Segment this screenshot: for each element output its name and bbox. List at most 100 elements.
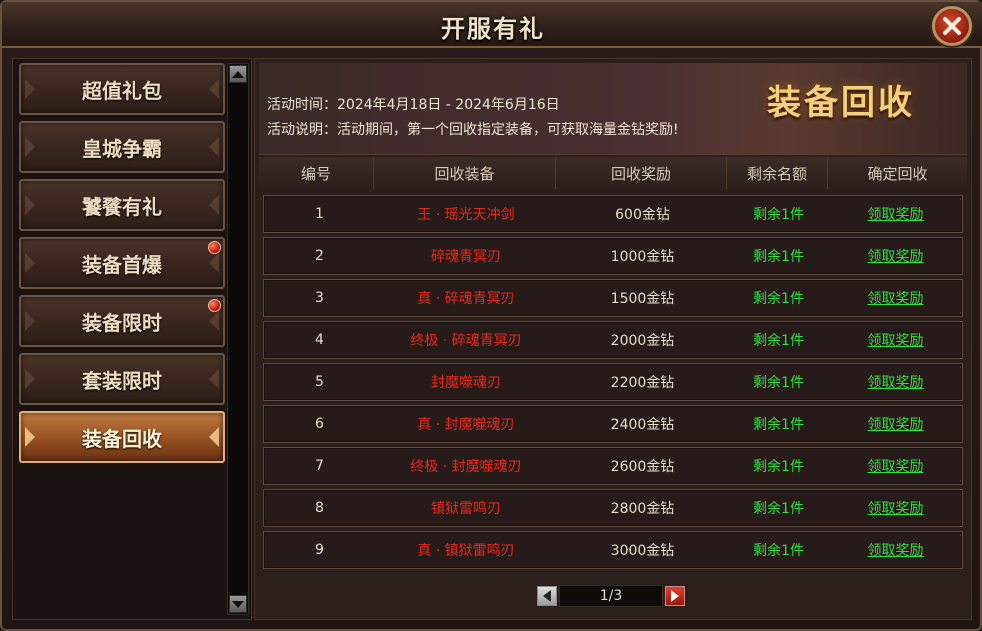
menu-deco-right-icon [209, 137, 219, 157]
header-id: 编号 [259, 157, 374, 189]
menu-deco-right-icon [209, 311, 219, 331]
next-page-button[interactable] [665, 586, 685, 606]
row-id: 7 [315, 458, 324, 474]
sidebar-item-label: 套装限时 [82, 368, 162, 393]
menu-deco-left-icon [25, 137, 35, 157]
sidebar-item-3[interactable]: 装备首爆 [19, 237, 225, 289]
row-remaining: 剩余1件 [753, 291, 804, 307]
arrow-left-icon [543, 590, 551, 602]
menu-deco-left-icon [25, 311, 35, 331]
table-row: 4 终极 · 碎魂青冥刃 2000金钻 剩余1件 领取奖励 [263, 321, 963, 359]
sidebar-item-5[interactable]: 套装限时 [19, 353, 225, 405]
sidebar: 超值礼包皇城争霸饕餮有礼装备首爆装备限时套装限时装备回收 [12, 58, 252, 620]
menu-deco-right-icon [209, 369, 219, 389]
table-row: 8 镇狱雷鸣刃 2800金钻 剩余1件 领取奖励 [263, 489, 963, 527]
notification-dot-icon [208, 241, 221, 254]
menu-deco-left-icon [25, 195, 35, 215]
row-id: 3 [315, 290, 324, 306]
row-id: 1 [315, 206, 324, 222]
menu-deco-right-icon [209, 79, 219, 99]
table-row: 9 真 · 镇狱雷鸣刃 3000金钻 剩余1件 领取奖励 [263, 531, 963, 569]
row-id: 9 [315, 542, 324, 558]
claim-reward-link[interactable]: 领取奖励 [868, 288, 924, 308]
row-remaining: 剩余1件 [753, 543, 804, 559]
claim-reward-link[interactable]: 领取奖励 [868, 498, 924, 518]
row-remaining: 剩余1件 [753, 249, 804, 265]
sidebar-item-label: 装备限时 [82, 310, 162, 335]
row-action-cell: 领取奖励 [829, 196, 962, 232]
pagination: 1/3 [537, 584, 685, 608]
row-remaining: 剩余1件 [753, 501, 804, 517]
close-button[interactable] [932, 6, 972, 46]
table-body: 1王 · 瑶光天冲剑 600金钻 剩余1件 领取奖励 2 碎魂青冥刃 1000金钻 剩余1件领… [263, 195, 963, 573]
claim-reward-link[interactable]: 领取奖励 [868, 204, 924, 224]
table-row: 3 真 · 碎魂青冥刃 1500金钻 剩余1件 领取奖励 [263, 279, 963, 317]
prev-page-button[interactable] [537, 586, 557, 606]
table-row: 2 碎魂青冥刃 1000金钻 剩余1件 领取奖励 [263, 237, 963, 275]
sidebar-item-label: 超值礼包 [82, 78, 162, 103]
row-remaining: 剩余1件 [753, 207, 804, 223]
row-reward: 3000金钻 [610, 543, 675, 559]
row-reward: 2000金钻 [610, 333, 675, 349]
scroll-up-button[interactable] [229, 65, 247, 83]
close-icon [943, 17, 961, 35]
header-reward: 回收奖励 [556, 157, 727, 189]
row-action-cell: 领取奖励 [829, 364, 962, 400]
menu-deco-left-icon [25, 369, 35, 389]
table-row: 1 王 · 瑶光天冲剑 600金钻 剩余1件 领取奖励 [263, 195, 963, 233]
row-action-cell: 领取奖励 [829, 322, 962, 358]
claim-reward-link[interactable]: 领取奖励 [868, 330, 924, 350]
row-reward: 2200金钻 [610, 375, 675, 391]
sidebar-menu: 超值礼包皇城争霸饕餮有礼装备首爆装备限时套装限时装备回收 [19, 63, 225, 469]
sidebar-item-1[interactable]: 皇城争霸 [19, 121, 225, 173]
row-item-name: 碎魂青冥刃 [431, 249, 501, 265]
sidebar-item-0[interactable]: 超值礼包 [19, 63, 225, 115]
sidebar-scrollbar[interactable] [227, 63, 249, 615]
banner-info: 活动时间：2024年4月18日 - 2024年6月16日 活动说明：活动期间，第… [267, 93, 679, 143]
row-reward: 2600金钻 [610, 459, 675, 475]
event-description: 活动说明：活动期间，第一个回收指定装备，可获取海量金钻奖励! [267, 122, 679, 138]
row-id: 6 [315, 416, 324, 432]
notification-dot-icon [208, 299, 221, 312]
arrow-right-icon [671, 590, 679, 602]
row-item-name: 真 · 封魔噬魂刃 [417, 417, 515, 433]
row-item-name: 真 · 碎魂青冥刃 [417, 291, 515, 307]
scroll-down-button[interactable] [229, 595, 247, 613]
banner-title: 装备回收 [767, 83, 915, 123]
sidebar-item-6[interactable]: 装备回收 [19, 411, 225, 463]
row-reward: 2800金钻 [610, 501, 675, 517]
sidebar-item-2[interactable]: 饕餮有礼 [19, 179, 225, 231]
row-item-name: 王 · 瑶光天冲剑 [417, 207, 515, 223]
table-row: 5 封魔噬魂刃 2200金钻 剩余1件 领取奖励 [263, 363, 963, 401]
row-action-cell: 领取奖励 [829, 448, 962, 484]
row-reward: 1000金钻 [610, 249, 675, 265]
table-row: 6 真 · 封魔噬魂刃 2400金钻 剩余1件 领取奖励 [263, 405, 963, 443]
row-action-cell: 领取奖励 [829, 406, 962, 442]
dialog-title: 开服有礼 [441, 14, 545, 43]
sidebar-item-label: 装备回收 [82, 426, 162, 451]
row-reward: 2400金钻 [610, 417, 675, 433]
header-action: 确定回收 [867, 164, 928, 183]
claim-reward-link[interactable]: 领取奖励 [868, 456, 924, 476]
row-id: 8 [315, 500, 324, 516]
claim-reward-link[interactable]: 领取奖励 [868, 372, 924, 392]
menu-deco-right-icon [209, 253, 219, 273]
sidebar-item-4[interactable]: 装备限时 [19, 295, 225, 347]
row-item-name: 镇狱雷鸣刃 [431, 501, 501, 517]
menu-deco-right-icon [209, 195, 219, 215]
sidebar-item-label: 皇城争霸 [82, 136, 162, 161]
row-action-cell: 领取奖励 [829, 238, 962, 274]
row-id: 5 [315, 374, 324, 390]
claim-reward-link[interactable]: 领取奖励 [868, 540, 924, 560]
row-id: 4 [315, 332, 324, 348]
event-banner: 活动时间：2024年4月18日 - 2024年6月16日 活动说明：活动期间，第… [259, 63, 967, 155]
row-item-name: 真 · 镇狱雷鸣刃 [417, 543, 515, 559]
dialog-window: 开服有礼 超值礼包 皇城争霸 饕餮有礼 装备首爆 装备限时 套装限时 装备回收 活动时间：2… [0, 0, 982, 631]
claim-reward-link[interactable]: 领取奖励 [868, 246, 924, 266]
row-item-name: 终极 · 碎魂青冥刃 [410, 333, 522, 349]
claim-reward-link[interactable]: 领取奖励 [868, 414, 924, 434]
arrow-down-icon [232, 600, 244, 608]
row-id: 2 [315, 248, 324, 264]
event-time: 活动时间：2024年4月18日 - 2024年6月16日 [267, 97, 560, 113]
menu-deco-left-icon [25, 79, 35, 99]
